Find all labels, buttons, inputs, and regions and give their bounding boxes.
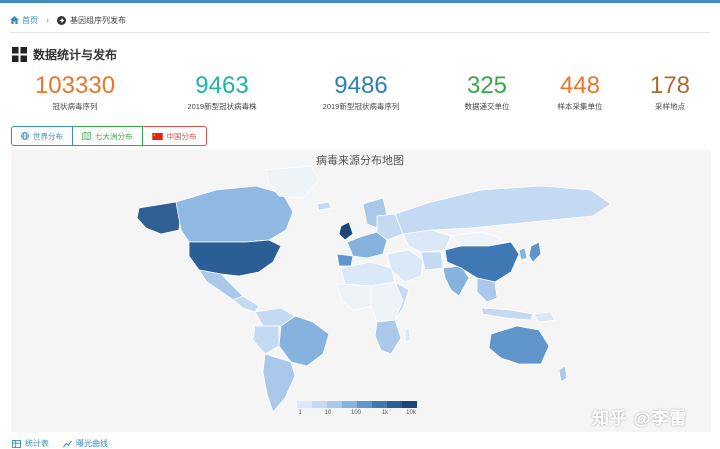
arrow-circle-icon bbox=[57, 15, 66, 25]
legend-tick: 10 bbox=[324, 410, 332, 416]
bottom-links: 统计表 曝光曲线 bbox=[12, 438, 108, 449]
stat-label: 采样地点 bbox=[655, 102, 685, 111]
region-southeast-asia[interactable] bbox=[476, 277, 498, 303]
stat-label: 冠状病毒序列 bbox=[52, 102, 98, 111]
china-flag-icon bbox=[151, 132, 163, 140]
region-alaska[interactable] bbox=[136, 201, 182, 235]
exposure-curve-link[interactable]: 曝光曲线 bbox=[63, 438, 108, 449]
region-japan[interactable] bbox=[528, 241, 542, 263]
stats-row: 103330 冠状病毒序列 9463 2019新型冠状病毒株 9486 2019… bbox=[0, 72, 720, 116]
region-western-europe[interactable] bbox=[346, 231, 388, 259]
tab-china-distribution[interactable]: 中国分布 bbox=[142, 126, 207, 146]
map-view-tabs: 世界分布 七大洲分布 中国分布 bbox=[11, 126, 207, 146]
stat-coronavirus-sequences: 103330 冠状病毒序列 bbox=[20, 72, 130, 112]
stat-sampling-units: 448 样本采集单位 bbox=[525, 72, 635, 112]
section-header: 数据统计与发布 bbox=[12, 46, 117, 63]
legend-swatch bbox=[342, 401, 357, 408]
tab-continent-distribution[interactable]: 七大洲分布 bbox=[73, 126, 143, 146]
tab-label: 世界分布 bbox=[33, 131, 63, 141]
tab-label: 七大洲分布 bbox=[95, 131, 133, 141]
map-legend: 1 10 100 1k 10k bbox=[297, 401, 417, 420]
stat-ncov-strains: 9463 2019新型冠状病毒株 bbox=[167, 72, 277, 112]
region-uk[interactable] bbox=[338, 221, 354, 241]
tab-world-distribution[interactable]: 世界分布 bbox=[11, 126, 73, 146]
region-southern-africa[interactable] bbox=[374, 319, 402, 355]
stat-label: 样本采集单位 bbox=[557, 102, 603, 111]
grid-icon bbox=[12, 47, 27, 62]
table-icon bbox=[12, 439, 21, 448]
map-icon bbox=[82, 132, 91, 140]
globe-icon bbox=[21, 132, 29, 140]
region-russia[interactable] bbox=[394, 185, 612, 235]
stats-table-link[interactable]: 统计表 bbox=[12, 438, 49, 449]
stat-value: 103330 bbox=[34, 72, 116, 99]
link-label: 统计表 bbox=[25, 439, 49, 448]
stat-label: 2019新型冠状病毒序列 bbox=[322, 102, 400, 111]
stat-ncov-sequences: 9486 2019新型冠状病毒序列 bbox=[306, 72, 416, 112]
region-canada[interactable] bbox=[175, 185, 294, 243]
region-new-zealand[interactable] bbox=[558, 365, 568, 383]
region-iran[interactable] bbox=[420, 251, 444, 271]
legend-swatch bbox=[387, 401, 402, 408]
region-brazil[interactable] bbox=[278, 315, 330, 367]
world-map[interactable] bbox=[11, 150, 711, 432]
tab-label: 中国分布 bbox=[166, 131, 197, 141]
legend-tick: 1 bbox=[298, 410, 302, 416]
region-central-america[interactable] bbox=[232, 295, 260, 313]
stat-sampling-sites: 178 采样地点 bbox=[630, 72, 710, 112]
legend-ticks: 1 10 100 1k 10k bbox=[297, 410, 417, 420]
region-west-africa[interactable] bbox=[336, 283, 374, 311]
legend-swatch bbox=[357, 401, 372, 408]
header-divider bbox=[10, 32, 710, 33]
legend-tick: 100 bbox=[350, 410, 362, 416]
region-australia[interactable] bbox=[488, 325, 550, 365]
line-chart-icon bbox=[63, 440, 72, 447]
stat-value: 448 bbox=[559, 72, 601, 99]
legend-swatch bbox=[312, 401, 327, 408]
legend-tick: 10k bbox=[406, 410, 416, 416]
region-peru[interactable] bbox=[252, 325, 280, 355]
breadcrumb-home[interactable]: 首页 bbox=[10, 15, 38, 26]
region-korea[interactable] bbox=[518, 247, 528, 261]
legend-color-bar bbox=[297, 401, 417, 408]
region-kazakhstan[interactable] bbox=[402, 229, 452, 253]
legend-swatch bbox=[402, 401, 417, 408]
legend-swatch bbox=[327, 401, 342, 408]
region-iberia[interactable] bbox=[336, 253, 354, 267]
region-iceland[interactable] bbox=[316, 201, 332, 211]
stat-value: 9486 bbox=[334, 72, 388, 99]
watermark: 知乎 @李雷 bbox=[592, 409, 688, 428]
region-chile-argentina[interactable] bbox=[262, 353, 296, 413]
stat-label: 2019新型冠状病毒株 bbox=[187, 102, 257, 111]
section-title: 数据统计与发布 bbox=[33, 48, 118, 62]
legend-swatch bbox=[297, 401, 312, 408]
chevron-right-icon: › bbox=[46, 15, 49, 25]
top-accent-line bbox=[0, 0, 720, 3]
breadcrumb-home-label: 首页 bbox=[22, 15, 38, 25]
region-madagascar[interactable] bbox=[404, 327, 412, 343]
region-mongolia[interactable] bbox=[450, 231, 502, 247]
stat-value: 178 bbox=[649, 72, 691, 99]
breadcrumb-current: 基因组序列发布 bbox=[57, 15, 126, 26]
stat-value: 9463 bbox=[195, 72, 249, 99]
home-icon bbox=[10, 16, 19, 24]
legend-tick: 1k bbox=[381, 410, 389, 416]
region-indonesia[interactable] bbox=[480, 307, 534, 321]
link-label: 曝光曲线 bbox=[76, 439, 108, 448]
breadcrumb: 首页 › 基因组序列发布 bbox=[10, 11, 126, 29]
breadcrumb-current-label: 基因组序列发布 bbox=[70, 15, 126, 25]
legend-swatch bbox=[372, 401, 387, 408]
region-papua[interactable] bbox=[532, 311, 556, 323]
